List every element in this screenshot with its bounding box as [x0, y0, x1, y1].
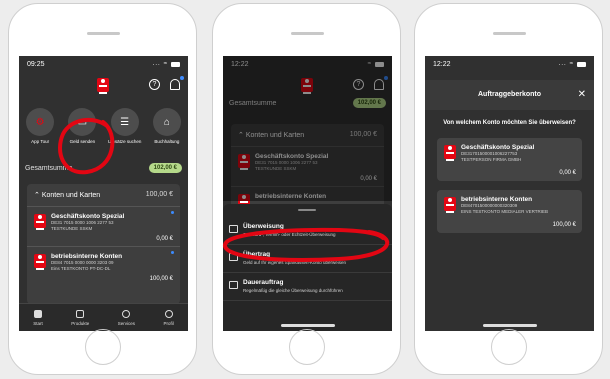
- notification-bell-icon[interactable]: [170, 76, 184, 90]
- home-indicator: [281, 324, 335, 327]
- bottom-navigation: Start Produkte Services Profil: [19, 303, 188, 331]
- products-icon: [76, 309, 85, 318]
- notification-dot: [180, 76, 184, 80]
- option-uebertrag[interactable]: Übertrag Geld auf Ihr eigenes Sparkassen…: [223, 246, 392, 273]
- account-question: Von welchem Konto möchten Sie überweisen…: [443, 120, 576, 126]
- nav-profil[interactable]: Profil: [163, 309, 174, 326]
- nav-services[interactable]: Services: [118, 309, 135, 326]
- send-money-icon: ▭: [68, 108, 97, 136]
- sheet-grabber[interactable]: [298, 209, 316, 211]
- modal-title: Auftraggeberkonto: [478, 91, 541, 98]
- accounts-card: ⌃ Konten und Karten 100,00 € Geschäftsko…: [27, 184, 180, 304]
- transfer-icon: [229, 225, 238, 233]
- dashboard-screen: 09:25 ... ≈ ? ⚙ App Tour ▭ Geld senden ☰ …: [19, 56, 188, 331]
- sparkasse-logo-icon: [97, 78, 109, 94]
- home-button[interactable]: [85, 329, 121, 365]
- total-value-badge: 102,00 €: [148, 163, 182, 173]
- help-icon[interactable]: ?: [149, 79, 160, 90]
- account-option[interactable]: betriebsinterne Konten DE847015000000003…: [437, 190, 582, 233]
- speaker: [493, 32, 526, 35]
- option-ueberweisung[interactable]: Überweisung Standard-, Termin- oder Echt…: [223, 218, 392, 245]
- modal-header: Auftraggeberkonto ✕: [425, 80, 594, 110]
- unread-dot: [171, 211, 174, 214]
- close-icon[interactable]: ✕: [578, 80, 586, 110]
- sparkasse-logo-icon: [444, 145, 456, 161]
- chevron-up-icon: ⌃: [34, 192, 42, 199]
- source-account-screen: 12:22 ... ≈ Auftraggeberkonto ✕ Von welch…: [425, 56, 594, 331]
- status-time: 12:22: [433, 60, 451, 68]
- sparkasse-logo-icon: [34, 254, 46, 270]
- status-bar: 09:25 ... ≈: [19, 56, 188, 72]
- unread-dot: [171, 251, 174, 254]
- accounts-section-header[interactable]: ⌃ Konten und Karten 100,00 €: [27, 184, 180, 206]
- total-row: Gesamtsumme 102,00 €: [25, 163, 182, 173]
- quick-action-umsaetze-suchen[interactable]: ☰ Umsätze suchen: [108, 108, 142, 144]
- sparkasse-logo-icon: [444, 197, 456, 213]
- profile-icon: [164, 309, 173, 318]
- account-option[interactable]: Geschäftskonto Spezial DE317015000010062…: [437, 138, 582, 181]
- nav-produkte[interactable]: Produkte: [71, 309, 89, 326]
- account-row[interactable]: betriebsinterne Konten DE84 7015 0000 00…: [27, 246, 180, 286]
- phone-1: 09:25 ... ≈ ? ⚙ App Tour ▭ Geld senden ☰ …: [8, 3, 197, 375]
- battery-icon: [577, 61, 586, 67]
- phone-2: 12:22 ≈ ? Gesamtsumme 102,00 € ⌃ Konten …: [212, 3, 401, 375]
- battery-icon: [171, 61, 180, 67]
- search-transactions-icon: ☰: [110, 108, 139, 136]
- phone-3: 12:22 ... ≈ Auftraggeberkonto ✕ Von welch…: [414, 3, 603, 375]
- nav-start[interactable]: Start: [33, 309, 43, 326]
- accounting-icon: ⌂: [152, 108, 181, 136]
- total-label: Gesamtsumme: [25, 164, 73, 172]
- app-tour-icon: ⚙: [26, 108, 55, 136]
- transfer-options-sheet: Überweisung Standard-, Termin- oder Echt…: [223, 204, 392, 331]
- internal-transfer-icon: [229, 253, 238, 261]
- services-icon: [122, 309, 131, 318]
- status-time: 09:25: [27, 60, 45, 68]
- home-icon: [33, 309, 42, 318]
- signal-icon: ...: [152, 61, 161, 67]
- quick-actions: ⚙ App Tour ▭ Geld senden ☰ Umsätze suche…: [19, 108, 188, 144]
- home-button[interactable]: [289, 329, 325, 365]
- home-indicator: [483, 324, 537, 327]
- quick-action-buchhaltung[interactable]: ⌂ Buchhaltung: [150, 108, 184, 144]
- wifi-icon: ≈: [163, 61, 168, 67]
- option-dauerauftrag[interactable]: Dauerauftrag Regelmäßig die gleiche Über…: [223, 274, 392, 301]
- transfer-menu-screen: 12:22 ≈ ? Gesamtsumme 102,00 € ⌃ Konten …: [223, 56, 392, 331]
- wifi-icon: ≈: [569, 61, 574, 67]
- home-button[interactable]: [491, 329, 527, 365]
- sparkasse-logo-icon: [34, 214, 46, 230]
- quick-action-geld-senden[interactable]: ▭ Geld senden: [65, 108, 99, 144]
- speaker: [87, 32, 120, 35]
- speaker: [291, 32, 324, 35]
- status-bar: 12:22 ... ≈: [425, 56, 594, 72]
- standing-order-icon: [229, 281, 238, 289]
- account-row[interactable]: Geschäftskonto Spezial DE31 7015 0000 10…: [27, 206, 180, 246]
- signal-icon: ...: [558, 61, 567, 67]
- quick-action-app-tour[interactable]: ⚙ App Tour: [23, 108, 57, 144]
- backdrop-overlay[interactable]: [223, 56, 392, 201]
